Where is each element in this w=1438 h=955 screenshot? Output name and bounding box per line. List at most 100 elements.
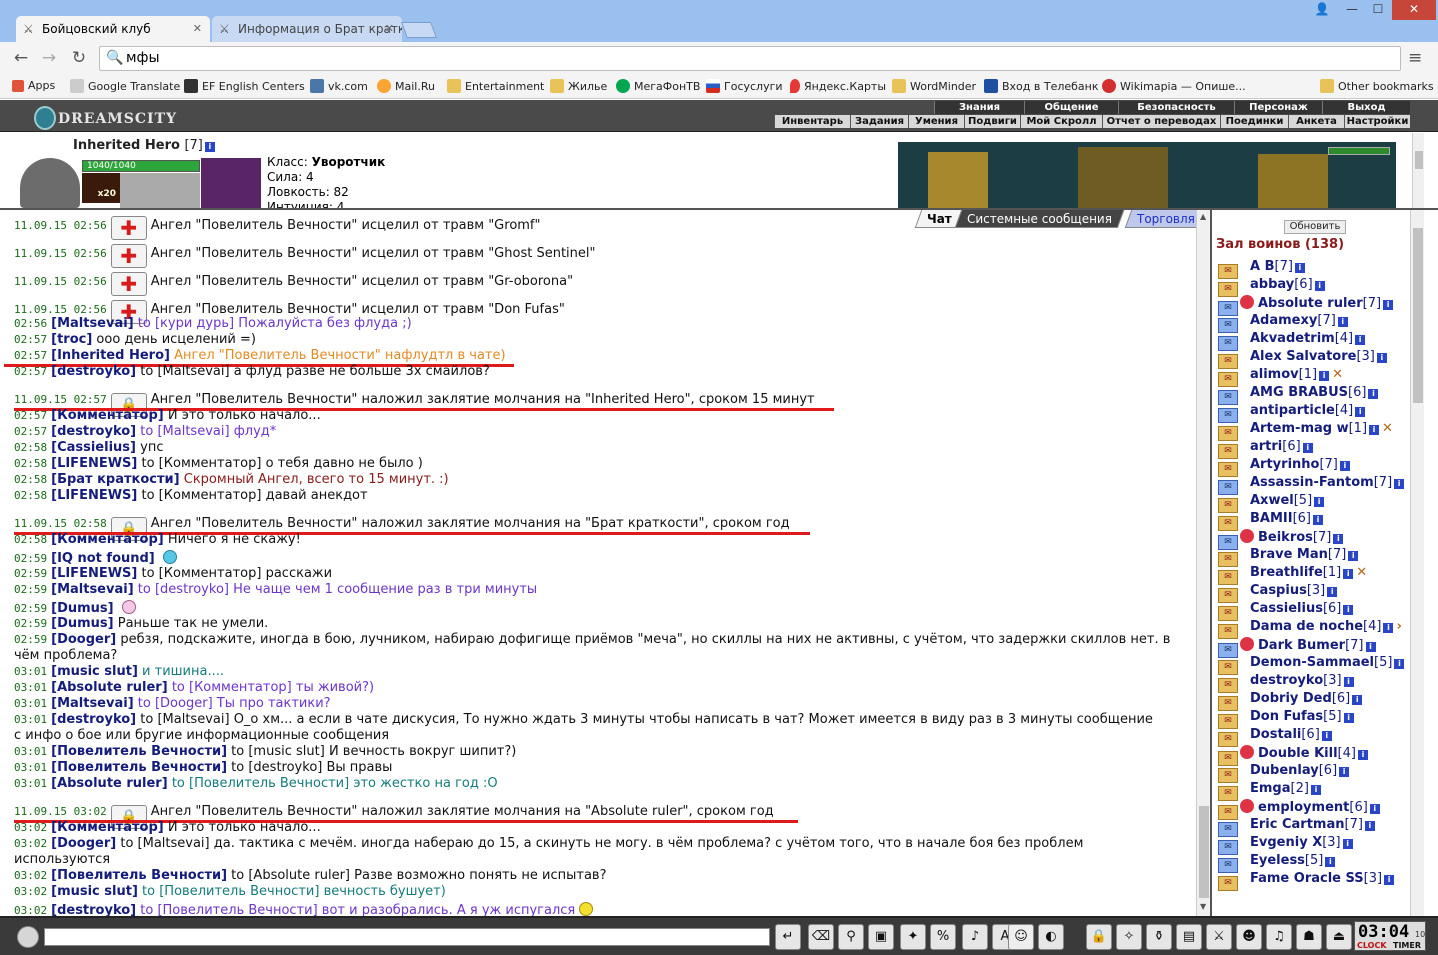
info-icon[interactable]: i [1321, 731, 1332, 741]
save-icon[interactable]: ▣ [868, 924, 894, 950]
chat-recipient[interactable]: to [music slut] [231, 744, 325, 759]
nav-vyhod[interactable]: Выход [1322, 101, 1410, 114]
weapon-slot[interactable] [120, 173, 200, 209]
chat-recipient[interactable]: to [Повелитель Вечности] [172, 776, 349, 791]
chat-nick[interactable]: [LIFENEWS] [51, 566, 137, 581]
user-list-item[interactable]: ✉ A B[7] i [1218, 259, 1305, 279]
user-list-item[interactable]: ✉ Alex Salvatore[3] i [1218, 349, 1387, 369]
bookmark-other[interactable]: Other bookmarks [1320, 79, 1434, 93]
chat-nick[interactable]: [destroyko] [51, 424, 136, 439]
user-name[interactable]: Breathlife [1250, 565, 1323, 580]
timestamp[interactable]: 02:58 [14, 473, 47, 486]
chat-nick[interactable]: [Absolute ruler] [51, 680, 168, 695]
info-icon[interactable]: i [1355, 335, 1366, 345]
tab-close-icon[interactable]: ✕ [385, 16, 394, 42]
chat-nick[interactable]: [Повелитель Вечности] [51, 868, 227, 883]
minimize-icon[interactable]: — [1338, 0, 1366, 20]
chat-recipient[interactable]: to [Maltsevai] [140, 424, 229, 439]
timestamp[interactable]: 11.09.15 02:56 [14, 303, 107, 316]
timestamp[interactable]: 03:02 [14, 837, 47, 850]
percent-icon[interactable]: % [930, 924, 956, 950]
info-icon[interactable]: i [1343, 713, 1354, 723]
chat-recipient[interactable]: to [Dooger] [138, 696, 213, 711]
chat-nick[interactable]: [LIFENEWS] [51, 456, 137, 471]
chest-icon[interactable]: ▤ [1176, 924, 1202, 950]
chat-input[interactable] [44, 928, 770, 946]
info-icon[interactable]: i [1319, 371, 1330, 381]
user-name[interactable]: Evgeniy X [1250, 835, 1322, 850]
profile-icon[interactable]: 👤 [1308, 0, 1336, 20]
user-list-item[interactable]: ✉ Dostali[6] i [1218, 727, 1332, 747]
lock-icon[interactable]: 🔒 [1086, 924, 1112, 950]
bookmark-ef[interactable]: EF English Centers [184, 79, 305, 93]
user-list-item[interactable]: ✉ AMG BRABUS[6] i [1218, 385, 1379, 405]
timestamp[interactable]: 03:01 [14, 745, 47, 758]
user-name[interactable]: abbay [1250, 277, 1294, 292]
equipment-slot[interactable]: x20 [82, 173, 120, 203]
chat-scrollbar[interactable]: ▲ ▼ [1196, 210, 1210, 916]
bookmark-entertainment[interactable]: Entertainment [447, 79, 544, 93]
chat-recipient[interactable]: to [destroyko] [231, 760, 322, 775]
chat-nick[interactable]: [Повелитель Вечности] [51, 744, 227, 759]
exit-icon[interactable]: ⏏ [1326, 924, 1352, 950]
user-name[interactable]: Dubenlay [1250, 763, 1319, 778]
info-icon[interactable]: i [1339, 461, 1350, 471]
user-list-item[interactable]: ✉ Cassielius[6] i [1218, 601, 1354, 621]
chat-recipient[interactable]: to [Maltsevai] [140, 712, 229, 727]
user-name[interactable]: Brave Man [1250, 547, 1328, 562]
info-icon[interactable]: i [1394, 479, 1405, 489]
user-list-scrollbar[interactable] [1410, 210, 1424, 916]
clock-button[interactable]: CLOCK [1357, 941, 1387, 950]
user-name[interactable]: Adamexy [1250, 313, 1317, 328]
user-name[interactable]: Dama de noche [1250, 619, 1363, 634]
bookmark-gosuslugi[interactable]: Госуслуги [706, 79, 783, 93]
user-name[interactable]: destroyko [1250, 673, 1323, 688]
chat-nick[interactable]: [destroyko] [51, 364, 136, 379]
clan-badge-icon[interactable] [1240, 799, 1254, 813]
user-list-item[interactable]: ✉ Absolute ruler[7] i [1218, 295, 1394, 316]
chat-nick[interactable]: [Dooger] [51, 836, 116, 851]
chat-nick[interactable]: [IQ not found] [51, 551, 155, 566]
subnav-inventory[interactable]: Инвентарь [774, 115, 850, 128]
user-list-item[interactable]: ✉ BAMII[6] i [1218, 511, 1324, 531]
user-list-item[interactable]: ✉ Emga[2] i [1218, 781, 1321, 801]
bookmark-vk[interactable]: vk.com [310, 79, 368, 93]
info-icon[interactable]: i [1376, 353, 1387, 363]
back-arrow-icon[interactable]: ← [10, 47, 32, 69]
music-note-icon[interactable]: ♫ [1266, 924, 1292, 950]
user-name[interactable]: Cassielius [1250, 601, 1323, 616]
user-list-item[interactable]: ✉ Artyrinho[7] i [1218, 457, 1350, 477]
timestamp[interactable]: 02:57 [14, 409, 47, 422]
nav-personazh[interactable]: Персонаж [1234, 101, 1322, 114]
user-list-item[interactable]: ✉ antiparticle[4] i [1218, 403, 1366, 423]
user-name[interactable]: antiparticle [1250, 403, 1335, 418]
chat-recipient[interactable]: to [Повелитель Вечности] [142, 884, 319, 899]
user-name[interactable]: Dobriy Ded [1250, 691, 1332, 706]
info-icon[interactable]: i [1327, 587, 1338, 597]
location-scene[interactable] [898, 142, 1396, 209]
subnav-tasks[interactable]: Задания [850, 115, 908, 128]
user-list-item[interactable]: ✉ Fame Oracle SS[3] i [1218, 871, 1395, 891]
chat-nick[interactable]: [Повелитель Вечности] [51, 760, 227, 775]
chat-nick[interactable]: [Absolute ruler] [51, 776, 168, 791]
timestamp[interactable]: 02:59 [14, 602, 47, 615]
user-name[interactable]: Double Kill [1258, 746, 1338, 761]
info-icon[interactable]: i [1310, 785, 1321, 795]
timestamp[interactable]: 03:02 [14, 904, 47, 916]
info-icon[interactable]: i [1394, 659, 1405, 669]
subnav-feats[interactable]: Подвиги [964, 115, 1020, 128]
user-list-item[interactable]: ✉ Breathlife[1] i ✕ [1218, 565, 1367, 585]
user-list-item[interactable]: ✉ Assassin-Fantom[7] i [1218, 475, 1405, 495]
user-name[interactable]: Absolute ruler [1258, 296, 1363, 311]
user-name[interactable]: Demon-Sammael [1250, 655, 1374, 670]
info-icon[interactable]: i [1369, 425, 1380, 435]
smile-icon[interactable]: ☺ [1008, 924, 1034, 950]
timestamp[interactable]: 02:57 [14, 365, 47, 378]
chat-nick[interactable]: [troc] [51, 332, 92, 347]
user-name[interactable]: Fame Oracle SS [1250, 871, 1364, 886]
timestamp[interactable]: 03:01 [14, 665, 47, 678]
mask-icon[interactable]: ☻ [1236, 924, 1262, 950]
timestamp[interactable]: 02:56 [14, 317, 47, 330]
info-icon[interactable]: i [1339, 767, 1350, 777]
chat-recipient[interactable]: to [destroyko] [138, 582, 229, 597]
